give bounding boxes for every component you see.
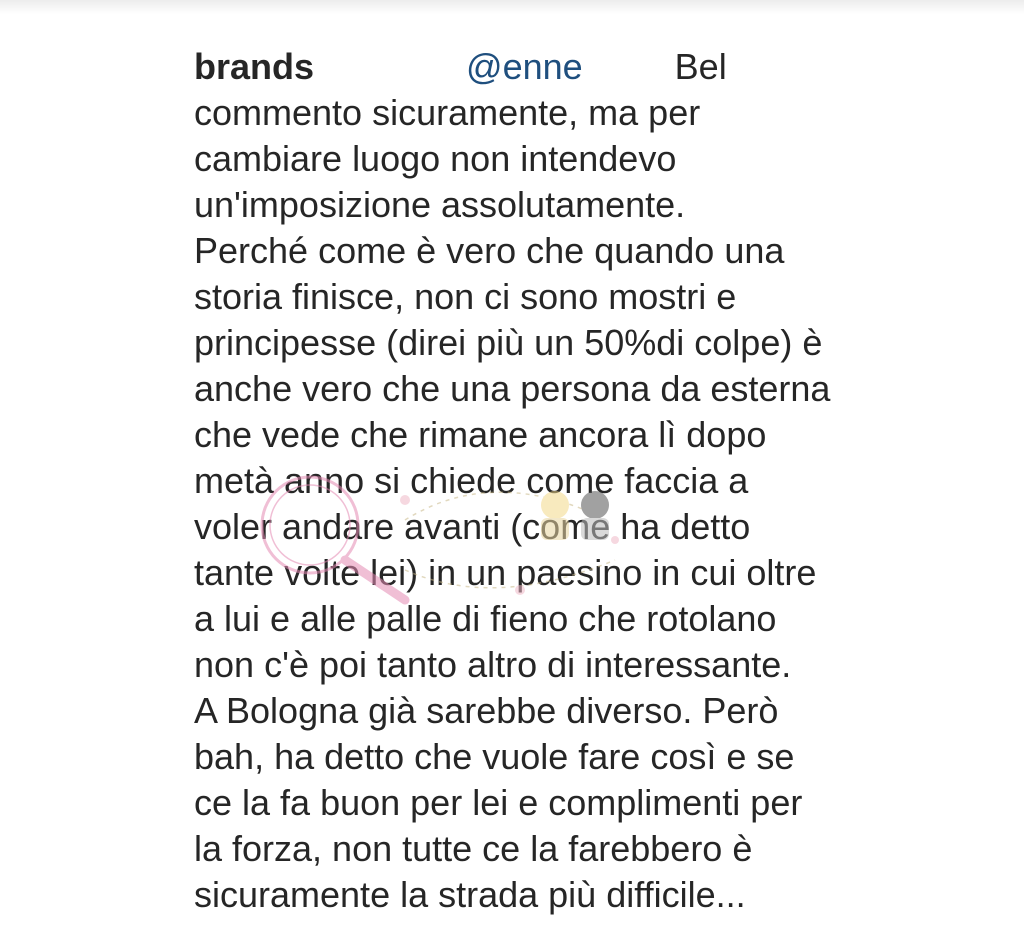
comment-line: A Bologna già sarebbe diverso. Però [194, 690, 779, 731]
comment-line: commento sicuramente, ma per [194, 92, 701, 133]
comment-line: voler andare avanti (come ha detto [194, 506, 751, 547]
comment-line: storia finisce, non ci sono mostri e [194, 276, 737, 317]
comment-username[interactable]: brands [194, 46, 314, 87]
comment-line: cambiare luogo non intendevo [194, 138, 677, 179]
comment-line: sicuramente la strada più difficile... [194, 874, 746, 915]
comment-line: un'imposizione assolutamente. [194, 184, 686, 225]
comment-line: non c'è poi tanto altro di interessante. [194, 644, 792, 685]
comment-block: brands @enne Bel commento sicuramente, ma … [194, 44, 894, 918]
comment-line: bah, ha detto che vuole fare così e se [194, 736, 795, 777]
comment-line: Perché come è vero che quando una [194, 230, 785, 271]
comment-line: tante volte lei) in un paesino in cui ol… [194, 552, 817, 593]
comment-line: principesse (direi più un 50%di colpe) è [194, 322, 823, 363]
comment-line: anche vero che una persona da esterna [194, 368, 831, 409]
comment-line: a lui e alle palle di fieno che rotolano [194, 598, 777, 639]
comment-header-line: brands @enne Bel [194, 44, 894, 90]
comment-line: che vede che rimane ancora lì dopo [194, 414, 767, 455]
comment-line: metà anno si chiede come faccia a [194, 460, 749, 501]
comment-first-word: Bel [674, 46, 727, 87]
comment-line: la forza, non tutte ce la farebbero è [194, 828, 753, 869]
top-edge-shadow [0, 0, 1024, 14]
comment-mention[interactable]: @enne [466, 46, 583, 87]
comment-line: ce la fa buon per lei e complimenti per [194, 782, 803, 823]
